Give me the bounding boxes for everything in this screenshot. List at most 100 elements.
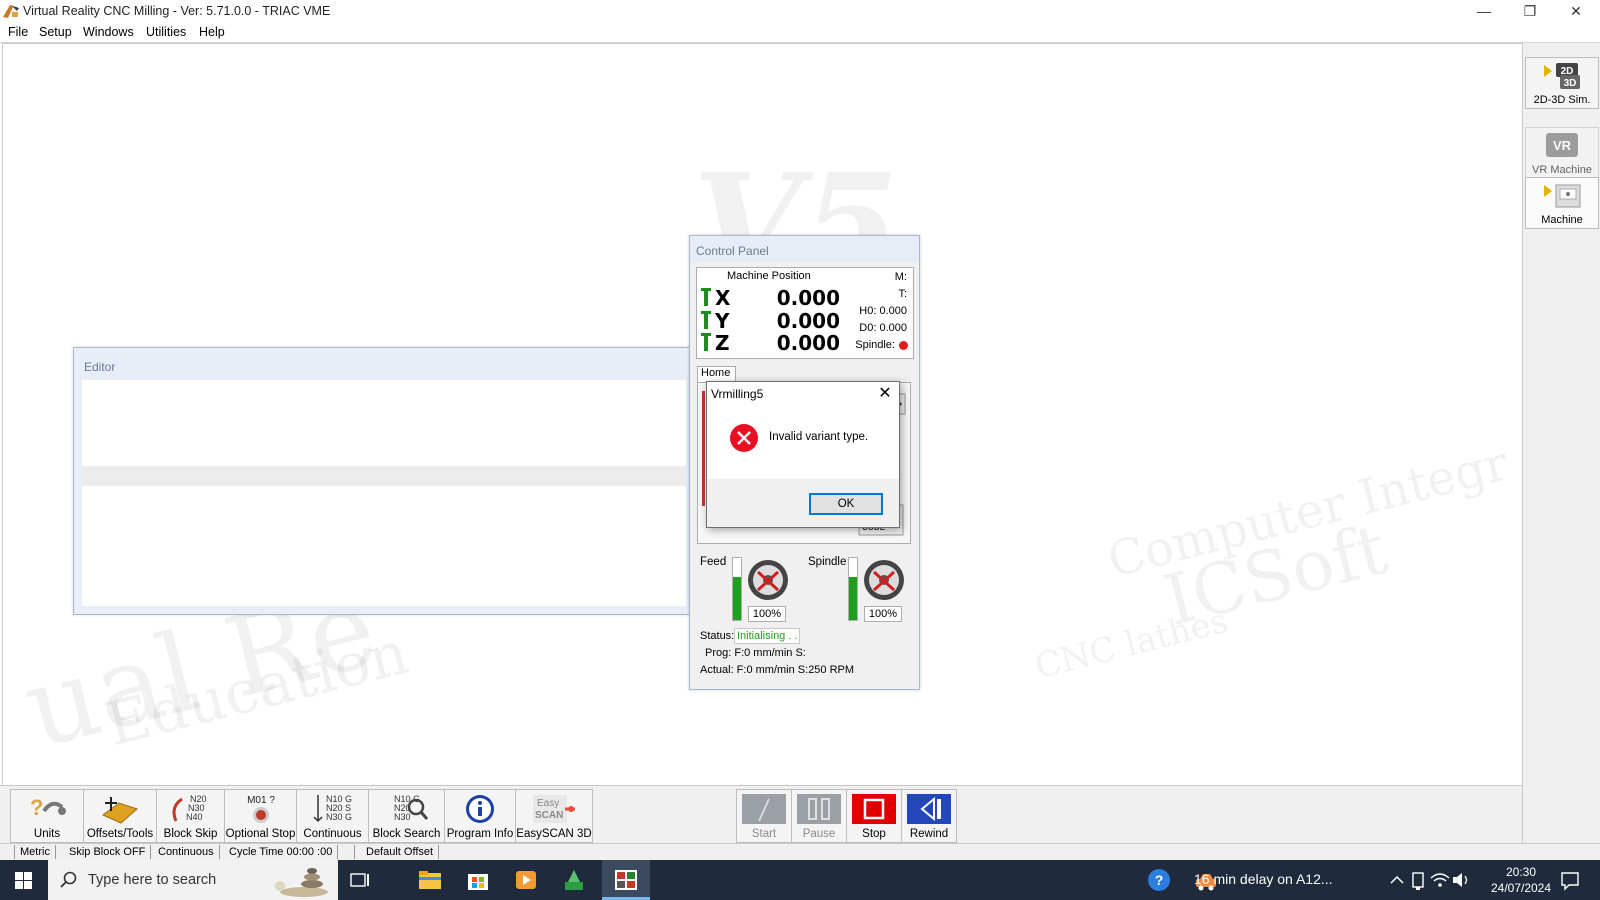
sim-2d-3d-button[interactable]: 2D 3D 2D-3D Sim. — [1525, 57, 1599, 109]
spindle-percent: 100% — [864, 606, 902, 622]
vr-machine-icon: VR — [1546, 133, 1578, 157]
d-offset-label: D0: 0.000 — [859, 322, 907, 334]
spindle-indicator-icon — [899, 341, 908, 350]
control-panel-title: Control Panel — [696, 244, 769, 258]
search-placeholder: Type here to search — [88, 872, 217, 888]
tool-label: T: — [898, 288, 907, 300]
windows-start-button[interactable] — [0, 860, 48, 900]
cnc-app-icon[interactable] — [560, 866, 588, 894]
axis-value: 0.000 — [776, 286, 840, 310]
minimize-button[interactable]: — — [1462, 0, 1506, 22]
control-panel-titlebar: Control Panel — [690, 236, 919, 262]
error-icon — [730, 424, 758, 452]
status-bar: Metric Skip Block OFF Continuous Cycle T… — [0, 843, 1600, 860]
rewind-button[interactable]: Rewind — [901, 789, 957, 843]
error-dialog: Vrmilling5 ✕ Invalid variant type. OK — [706, 381, 900, 528]
toolbar-label: Offsets/Tools — [86, 828, 154, 840]
m-code-label: M: — [894, 271, 907, 283]
vr-machine-button[interactable]: VR VR Machine — [1525, 127, 1599, 179]
help-icon[interactable]: ? — [1145, 866, 1173, 894]
block-search-button[interactable]: N10 G N20 N30 Block Search — [368, 789, 445, 843]
dialog-close-button[interactable]: ✕ — [875, 384, 895, 404]
svg-text:SCAN: SCAN — [535, 810, 563, 821]
task-view-icon[interactable] — [346, 866, 374, 894]
machine-button[interactable]: Machine — [1525, 177, 1599, 229]
dialog-message: Invalid variant type. — [769, 431, 869, 443]
offsets-tools-icon — [102, 797, 138, 824]
easyscan-button[interactable]: Easy SCAN EasySCAN 3D — [515, 789, 593, 843]
editor-title: Editor — [84, 360, 116, 374]
dock-label: 2D-3D Sim. — [1533, 94, 1591, 106]
svg-text:VR: VR — [1553, 138, 1572, 153]
status-label: Status: — [700, 630, 735, 642]
file-explorer-icon[interactable] — [416, 866, 444, 894]
status-cycle-time: Cycle Time 00:00 :00 — [224, 845, 339, 859]
editor-current-line — [82, 466, 686, 486]
arrow-up-icon — [701, 311, 711, 329]
offsets-tools-button[interactable]: Offsets/Tools — [83, 789, 157, 843]
axis-letter: Y — [715, 309, 730, 333]
dock-label: Machine — [1541, 214, 1583, 226]
stop-button[interactable]: Stop — [846, 789, 902, 843]
program-info-icon — [466, 795, 494, 823]
axis-value: 0.000 — [776, 331, 840, 355]
svg-text:M01 ?: M01 ? — [247, 795, 275, 806]
vr-milling-app-icon — [615, 870, 637, 890]
dock-label: VR Machine — [1532, 164, 1592, 176]
status-empty — [336, 845, 355, 859]
machine-position-box: Machine Position X 0.000 Y 0.000 Z 0.000… — [696, 267, 914, 359]
start-button[interactable]: Start — [736, 789, 792, 843]
close-button[interactable]: ✕ — [1554, 0, 1598, 22]
toolbar-label: Block Skip — [163, 828, 218, 840]
axis-row-x: X 0.000 — [700, 286, 840, 310]
menu-help[interactable]: Help — [199, 25, 225, 39]
feed-label: Feed — [700, 556, 727, 568]
status-skip-block: Skip Block OFF — [64, 845, 152, 859]
news-ticker[interactable]: 16 min delay on A12... — [1194, 871, 1333, 887]
media-player-icon[interactable] — [512, 866, 540, 894]
menu-file[interactable]: File — [8, 25, 28, 39]
svg-text:N30 G: N30 G — [326, 812, 352, 822]
volume-icon[interactable] — [1447, 866, 1475, 894]
status-offset: Default Offset — [361, 845, 440, 859]
svg-text:N30: N30 — [394, 812, 411, 822]
clock[interactable]: 20:30 24/07/2024 — [1476, 864, 1566, 896]
window-title: Virtual Reality CNC Milling - Ver: 5.71.… — [23, 4, 331, 18]
toolbar-label: Units — [33, 828, 61, 840]
menu-setup[interactable]: Setup — [39, 25, 72, 39]
dialog-footer: OK — [707, 479, 899, 527]
active-app-button[interactable] — [602, 860, 650, 900]
clock-date: 24/07/2024 — [1490, 881, 1552, 895]
units-button[interactable]: ? Units — [10, 789, 84, 843]
units-icon: ? — [30, 795, 66, 820]
microsoft-store-icon[interactable] — [464, 866, 492, 894]
machine-position-label: Machine Position — [727, 270, 811, 282]
pause-button[interactable]: Pause — [791, 789, 847, 843]
optional-stop-icon: M01 ? — [247, 795, 275, 823]
editor-text-area[interactable] — [82, 380, 686, 606]
spindle-level — [849, 576, 857, 620]
restore-button[interactable]: ❐ — [1508, 0, 1552, 22]
svg-text:Easy: Easy — [537, 798, 559, 809]
block-skip-button[interactable]: N20 N30 N40 Block Skip — [156, 789, 225, 843]
menu-utilities[interactable]: Utilities — [146, 25, 186, 39]
feed-level — [733, 576, 741, 620]
notifications-icon[interactable] — [1556, 866, 1584, 894]
feed-override-bar — [732, 557, 742, 621]
svg-text:N40: N40 — [186, 812, 203, 822]
control-label: Rewind — [909, 828, 949, 840]
feed-override-knob-icon[interactable] — [746, 558, 790, 602]
easyscan-icon: Easy SCAN — [533, 795, 575, 823]
menu-windows[interactable]: Windows — [83, 25, 134, 39]
continuous-button[interactable]: N10 G N20 S N30 G Continuous — [296, 789, 369, 843]
search-highlight-image-icon — [275, 868, 328, 897]
stop-icon — [852, 794, 896, 824]
ok-button[interactable]: OK — [809, 493, 883, 515]
windows-taskbar: Type here to search ? 16 min delay on A1… — [0, 860, 1600, 900]
program-info-button[interactable]: Program Info — [444, 789, 516, 843]
optional-stop-button[interactable]: M01 ? Optional Stop — [224, 789, 297, 843]
app-cnc-icon — [3, 5, 19, 18]
jog-indicator — [702, 391, 705, 506]
taskbar-search-box[interactable]: Type here to search — [48, 860, 338, 900]
spindle-override-knob-icon[interactable] — [862, 558, 906, 602]
